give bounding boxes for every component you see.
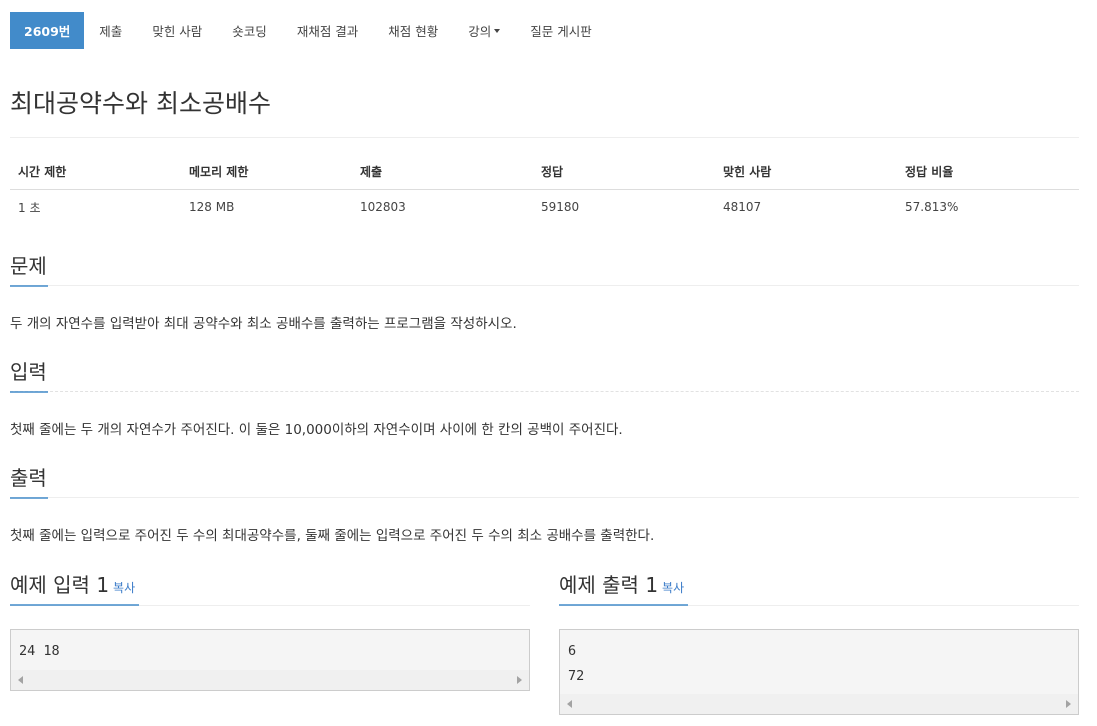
tab-problem-number[interactable]: 2609번 — [10, 12, 85, 49]
tab-lectures[interactable]: 강의 — [453, 12, 515, 49]
output-heading: 출력 — [10, 466, 47, 490]
sample-input-content: 24 18 — [19, 643, 60, 659]
page-title: 최대공약수와 최소공배수 — [10, 89, 271, 118]
header-time-limit: 시간 제한 — [10, 154, 181, 190]
value-accept-ratio: 57.813% — [905, 200, 959, 214]
sample-input-heading: 예제 입력 1 복사 — [10, 572, 135, 601]
header-submissions: 제출 — [352, 154, 533, 190]
header-solvers: 맞힌 사람 — [715, 154, 897, 190]
description-heading: 문제 — [10, 254, 47, 278]
sample-output-heading: 예제 출력 1 복사 — [559, 572, 684, 601]
tab-lectures-label: 강의 — [468, 24, 492, 39]
sample-input-underline — [10, 604, 139, 606]
value-accepted: 59180 — [541, 200, 580, 214]
caret-down-icon — [494, 28, 501, 33]
scroll-right-icon[interactable] — [517, 676, 522, 684]
scroll-right-icon[interactable] — [1066, 700, 1071, 708]
scroll-left-icon[interactable] — [18, 676, 23, 684]
scroll-left-icon[interactable] — [567, 700, 572, 708]
tab-solvers[interactable]: 맞힌 사람 — [137, 12, 217, 49]
info-value-row: 1 초 128 MB 102803 59180 48107 57.813% — [10, 190, 1079, 225]
value-solvers: 48107 — [723, 200, 762, 214]
value-memory-limit: 128 MB — [189, 200, 235, 214]
tab-judge-status[interactable]: 채점 현황 — [373, 12, 453, 49]
tab-short-coding[interactable]: 숏코딩 — [217, 12, 282, 49]
tab-rejudge-results[interactable]: 재채점 결과 — [282, 12, 373, 49]
copy-sample-input-button[interactable]: 복사 — [113, 581, 135, 595]
input-text: 첫째 줄에는 두 개의 자연수가 주어진다. 이 둘은 10,000이하의 자연… — [10, 422, 623, 438]
tab-qna-board[interactable]: 질문 게시판 — [515, 12, 606, 49]
output-text: 첫째 줄에는 입력으로 주어진 두 수의 최대공약수를, 둘째 줄에는 입력으로… — [10, 528, 655, 544]
info-header-row: 시간 제한 메모리 제한 제출 정답 맞힌 사람 정답 비율 — [10, 154, 1079, 190]
output-divider — [10, 497, 1079, 498]
description-divider — [10, 285, 1079, 286]
input-underline — [10, 391, 48, 393]
sample-input-box[interactable]: 24 18 — [10, 629, 530, 691]
value-time-limit: 1 초 — [18, 200, 41, 215]
title-divider — [10, 137, 1079, 138]
tab-submit[interactable]: 제출 — [84, 12, 137, 49]
header-accept-ratio: 정답 비율 — [897, 154, 1079, 190]
value-submissions: 102803 — [360, 200, 406, 214]
header-memory-limit: 메모리 제한 — [181, 154, 352, 190]
problem-nav: 2609번 제출 맞힌 사람 숏코딩 재채점 결과 채점 현황 강의 질문 게시… — [10, 12, 607, 49]
input-heading: 입력 — [10, 360, 47, 384]
description-underline — [10, 285, 48, 287]
sample-output-underline — [559, 604, 688, 606]
sample-output-scrollbar[interactable] — [560, 694, 1078, 714]
header-accepted: 정답 — [533, 154, 715, 190]
input-divider — [10, 391, 1079, 392]
output-underline — [10, 497, 48, 499]
sample-input-title: 예제 입력 1 — [10, 573, 110, 597]
sample-input-scrollbar[interactable] — [11, 670, 529, 690]
sample-output-box[interactable]: 6 72 — [559, 629, 1079, 715]
sample-output-content: 6 72 — [568, 643, 585, 684]
description-text: 두 개의 자연수를 입력받아 최대 공약수와 최소 공배수를 출력하는 프로그램… — [10, 316, 517, 332]
problem-info-table: 시간 제한 메모리 제한 제출 정답 맞힌 사람 정답 비율 1 초 128 M… — [10, 154, 1079, 224]
copy-sample-output-button[interactable]: 복사 — [662, 581, 684, 595]
sample-output-title: 예제 출력 1 — [559, 573, 659, 597]
